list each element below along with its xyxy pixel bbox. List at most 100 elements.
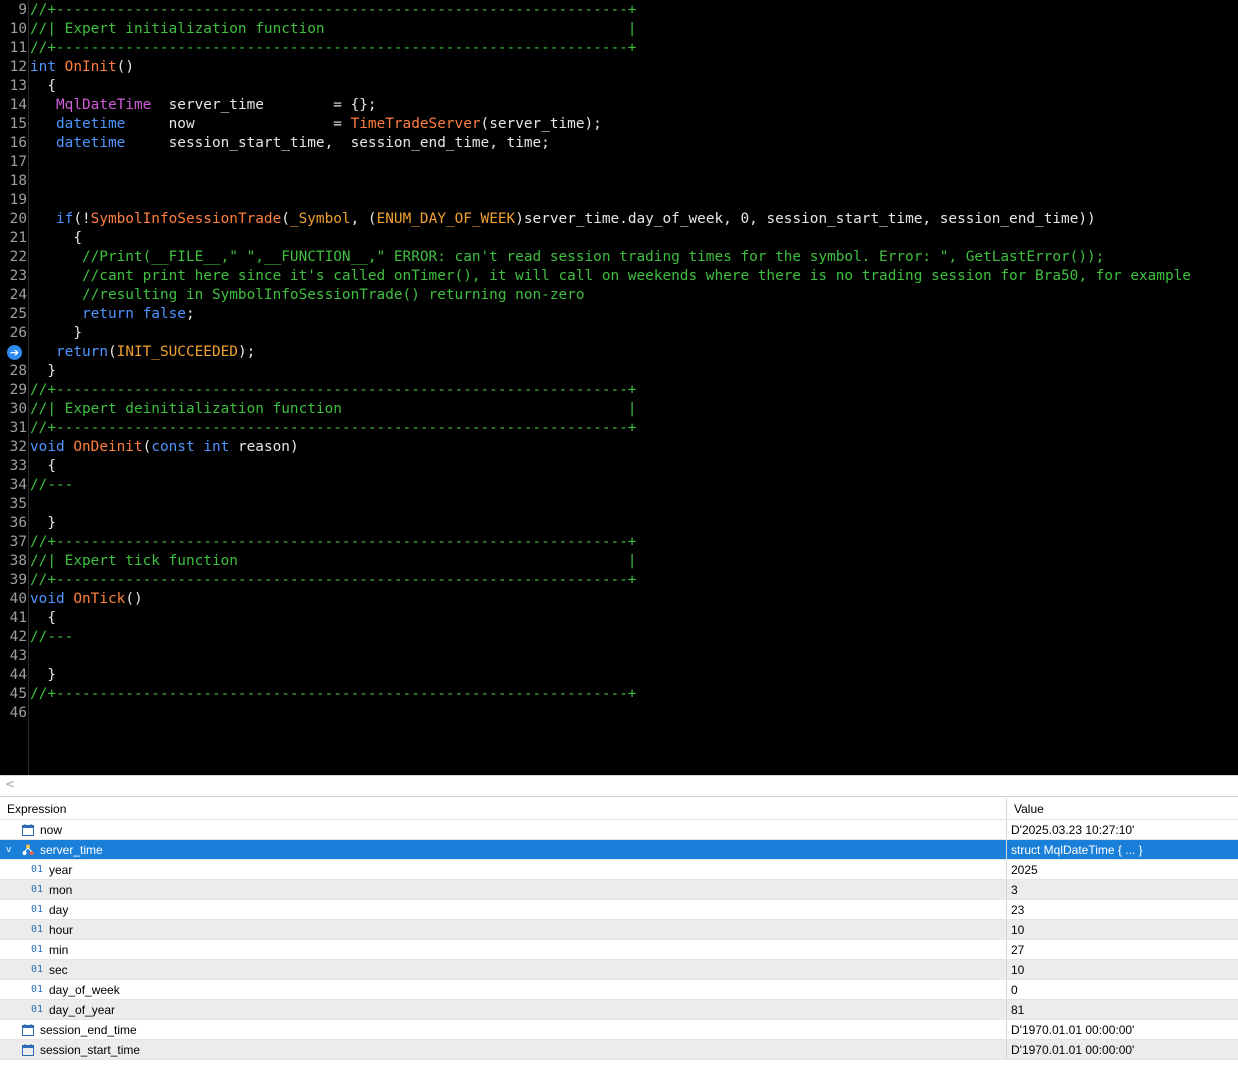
line-number: 18 xyxy=(9,173,27,189)
value-cell[interactable]: 3 xyxy=(1008,880,1238,899)
code-line[interactable]: 31//+-----------------------------------… xyxy=(0,419,1238,438)
value-cell[interactable]: D'2025.03.23 10:27:10' xyxy=(1008,820,1238,839)
code-line[interactable]: 25 return false; xyxy=(0,305,1238,324)
code-token: //resulting in SymbolInfoSessionTrade() … xyxy=(30,287,585,303)
current-line-arrow-icon[interactable]: ➔ xyxy=(7,345,22,360)
expand-chevron-icon[interactable]: v xyxy=(6,840,11,860)
code-token: { xyxy=(30,458,56,474)
calendar-icon xyxy=(22,1024,34,1036)
code-line[interactable]: 11//+-----------------------------------… xyxy=(0,39,1238,58)
scroll-left-arrow-icon[interactable]: < xyxy=(5,777,15,791)
value-column-header[interactable]: Value xyxy=(1008,798,1238,819)
line-number: 16 xyxy=(9,135,27,151)
code-lines: 9//+------------------------------------… xyxy=(0,1,1238,723)
code-line[interactable]: 33 { xyxy=(0,457,1238,476)
value-cell[interactable]: D'1970.01.01 00:00:00' xyxy=(1008,1020,1238,1039)
code-line[interactable]: 13 { xyxy=(0,77,1238,96)
expression-cell[interactable]: 01 day_of_year xyxy=(0,1000,1007,1019)
code-line[interactable]: 23 //cant print here since it's called o… xyxy=(0,267,1238,286)
expression-cell[interactable]: 01 hour xyxy=(0,920,1007,939)
expression-name: min xyxy=(49,943,69,957)
code-line[interactable]: 9//+------------------------------------… xyxy=(0,1,1238,20)
code-line[interactable]: 15 datetime now = TimeTradeServer(server… xyxy=(0,115,1238,134)
expression-cell[interactable]: 01 mon xyxy=(0,880,1007,899)
code-line[interactable]: 19 xyxy=(0,191,1238,210)
code-line[interactable]: 43 xyxy=(0,647,1238,666)
line-number: 30 xyxy=(9,401,27,417)
code-line[interactable]: 26 } xyxy=(0,324,1238,343)
horizontal-scrollbar[interactable]: < xyxy=(0,775,1238,797)
code-line[interactable]: 41 { xyxy=(0,609,1238,628)
code-token: int xyxy=(203,439,230,455)
value-cell[interactable]: 27 xyxy=(1008,940,1238,959)
expression-cell[interactable]: v server_time xyxy=(0,840,1007,859)
expression-cell[interactable]: now xyxy=(0,820,1007,839)
watch-row-day[interactable]: 01 day 23 xyxy=(0,900,1238,920)
code-line[interactable]: 46 xyxy=(0,704,1238,723)
code-line[interactable]: 44 } xyxy=(0,666,1238,685)
code-line[interactable]: 18 xyxy=(0,172,1238,191)
code-line[interactable]: 30//| Expert deinitialization function | xyxy=(0,400,1238,419)
code-line[interactable]: 17 xyxy=(0,153,1238,172)
expression-cell[interactable]: session_end_time xyxy=(0,1020,1007,1039)
watch-row-year[interactable]: 01 year 2025 xyxy=(0,860,1238,880)
value-cell[interactable]: 23 xyxy=(1008,900,1238,919)
watch-panel: Expression Value now D'2025.03.23 10:27:1… xyxy=(0,798,1238,1080)
value-cell[interactable]: struct MqlDateTime { ... } xyxy=(1008,840,1238,859)
watch-row-day-of-year[interactable]: 01 day_of_year 81 xyxy=(0,1000,1238,1020)
watch-row-server-time[interactable]: v server_time struct MqlDateTime { ... } xyxy=(0,840,1238,860)
value-cell[interactable]: 81 xyxy=(1008,1000,1238,1019)
code-line[interactable]: 24 //resulting in SymbolInfoSessionTrade… xyxy=(0,286,1238,305)
expression-cell[interactable]: 01 sec xyxy=(0,960,1007,979)
code-line[interactable]: 39//+-----------------------------------… xyxy=(0,571,1238,590)
value-cell[interactable]: 10 xyxy=(1008,920,1238,939)
watch-row-session-end-time[interactable]: session_end_time D'1970.01.01 00:00:00' xyxy=(0,1020,1238,1040)
expression-cell[interactable]: 01 min xyxy=(0,940,1007,959)
value-cell[interactable]: 10 xyxy=(1008,960,1238,979)
code-line[interactable]: 20 if(!SymbolInfoSessionTrade(_Symbol, (… xyxy=(0,210,1238,229)
expression-cell[interactable]: 01 day xyxy=(0,900,1007,919)
watch-row-now[interactable]: now D'2025.03.23 10:27:10' xyxy=(0,820,1238,840)
line-code: return(INIT_SUCCEEDED); xyxy=(30,343,255,362)
code-line[interactable]: 40 void OnTick() xyxy=(0,590,1238,609)
value-cell[interactable]: D'1970.01.01 00:00:00' xyxy=(1008,1040,1238,1059)
line-number: 12 xyxy=(9,59,27,75)
code-line[interactable]: 35 xyxy=(0,495,1238,514)
code-line[interactable]: ➔ return(INIT_SUCCEEDED); xyxy=(0,343,1238,362)
code-line[interactable]: 29//+-----------------------------------… xyxy=(0,381,1238,400)
code-line[interactable]: 36 } xyxy=(0,514,1238,533)
code-line[interactable]: 38//| Expert tick function | xyxy=(0,552,1238,571)
code-line[interactable]: 16 datetime session_start_time, session_… xyxy=(0,134,1238,153)
code-line[interactable]: 21 { xyxy=(0,229,1238,248)
expression-cell[interactable]: 01 day_of_week xyxy=(0,980,1007,999)
code-token: () xyxy=(116,59,134,75)
code-line[interactable]: 28 } xyxy=(0,362,1238,381)
code-token: { xyxy=(30,78,56,94)
watch-row-mon[interactable]: 01 mon 3 xyxy=(0,880,1238,900)
code-line[interactable]: 22 //Print(__FILE__," ",__FUNCTION__," E… xyxy=(0,248,1238,267)
line-code: } xyxy=(30,324,82,343)
watch-row-sec[interactable]: 01 sec 10 xyxy=(0,960,1238,980)
code-token: } xyxy=(30,515,56,531)
code-line[interactable]: 37//+-----------------------------------… xyxy=(0,533,1238,552)
watch-row-min[interactable]: 01 min 27 xyxy=(0,940,1238,960)
code-line[interactable]: 34//--- xyxy=(0,476,1238,495)
expression-cell[interactable]: session_start_time xyxy=(0,1040,1007,1059)
code-line[interactable]: 42//--- xyxy=(0,628,1238,647)
code-line[interactable]: 12 int OnInit() xyxy=(0,58,1238,77)
watch-row-hour[interactable]: 01 hour 10 xyxy=(0,920,1238,940)
code-editor[interactable]: 9//+------------------------------------… xyxy=(0,0,1238,775)
expression-column-header[interactable]: Expression xyxy=(0,798,1007,819)
code-line[interactable]: 32 void OnDeinit(const int reason) xyxy=(0,438,1238,457)
expression-cell[interactable]: 01 year xyxy=(0,860,1007,879)
watch-row-session-start-time[interactable]: session_start_time D'1970.01.01 00:00:00' xyxy=(0,1040,1238,1060)
value-cell[interactable]: 2025 xyxy=(1008,860,1238,879)
line-number: 19 xyxy=(9,192,27,208)
value-cell[interactable]: 0 xyxy=(1008,980,1238,999)
watch-row-day-of-week[interactable]: 01 day_of_week 0 xyxy=(0,980,1238,1000)
code-token: OnTick xyxy=(73,591,126,607)
code-line[interactable]: 45//+-----------------------------------… xyxy=(0,685,1238,704)
code-line[interactable]: 10//| Expert initialization function | xyxy=(0,20,1238,39)
code-line[interactable]: 14 MqlDateTime server_time = {}; xyxy=(0,96,1238,115)
